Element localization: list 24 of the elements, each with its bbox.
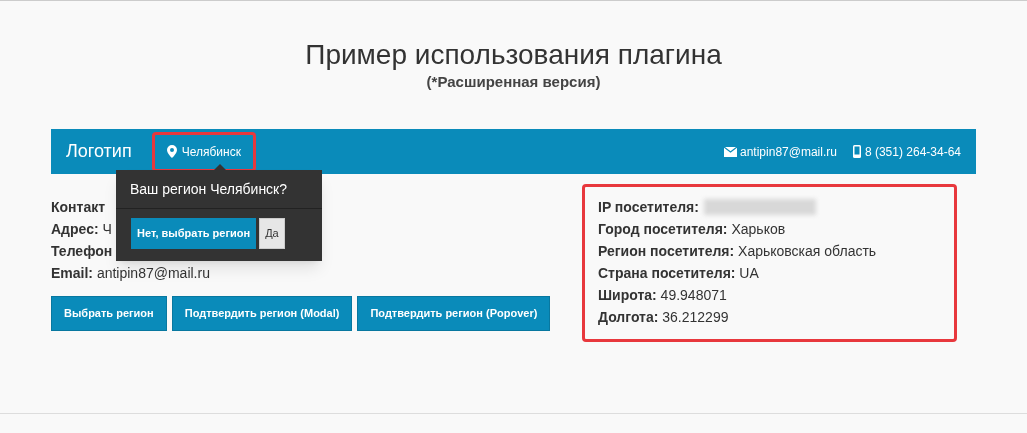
- contact-line: Контакт: [51, 198, 106, 217]
- header-phone: 8 (351) 264-34-64: [864, 143, 961, 161]
- info-line: Страна посетителя: UA: [598, 264, 759, 283]
- action-button[interactable]: Выбрать регион: [51, 296, 167, 331]
- popover-button[interactable]: Нет, выбрать регион: [131, 218, 257, 249]
- info-line: Регион посетителя: Харьковская область: [598, 242, 877, 261]
- info-line: Широта: 49.948071: [598, 286, 727, 305]
- envelope-icon: [724, 146, 737, 157]
- contact-line: Email: antipin87@mail.ru: [51, 264, 210, 283]
- page-title: Пример использования плагина: [305, 38, 722, 72]
- info-line: Долгота: 36.212299: [598, 308, 729, 327]
- popover-button[interactable]: Да: [259, 218, 285, 249]
- action-button[interactable]: Подтвердить регион (Popover): [357, 296, 551, 331]
- info-line: Город посетителя: Харьков: [598, 220, 786, 239]
- map-pin-icon: [166, 145, 177, 158]
- logo-text: Логотип: [66, 140, 132, 163]
- header-email: antipin87@mail.ru: [740, 143, 837, 161]
- contact-line: Адрес: Ч: [51, 220, 112, 239]
- popover-title: Ваш регион Челябинск?: [116, 170, 322, 209]
- contact-line: Телефон: [51, 242, 113, 261]
- action-button[interactable]: Подтвердить регион (Modal): [171, 296, 353, 331]
- info-line: IP посетителя:: [598, 198, 699, 217]
- page-subtitle: (*Расширенная версия): [426, 73, 601, 91]
- phone-icon: [852, 145, 861, 158]
